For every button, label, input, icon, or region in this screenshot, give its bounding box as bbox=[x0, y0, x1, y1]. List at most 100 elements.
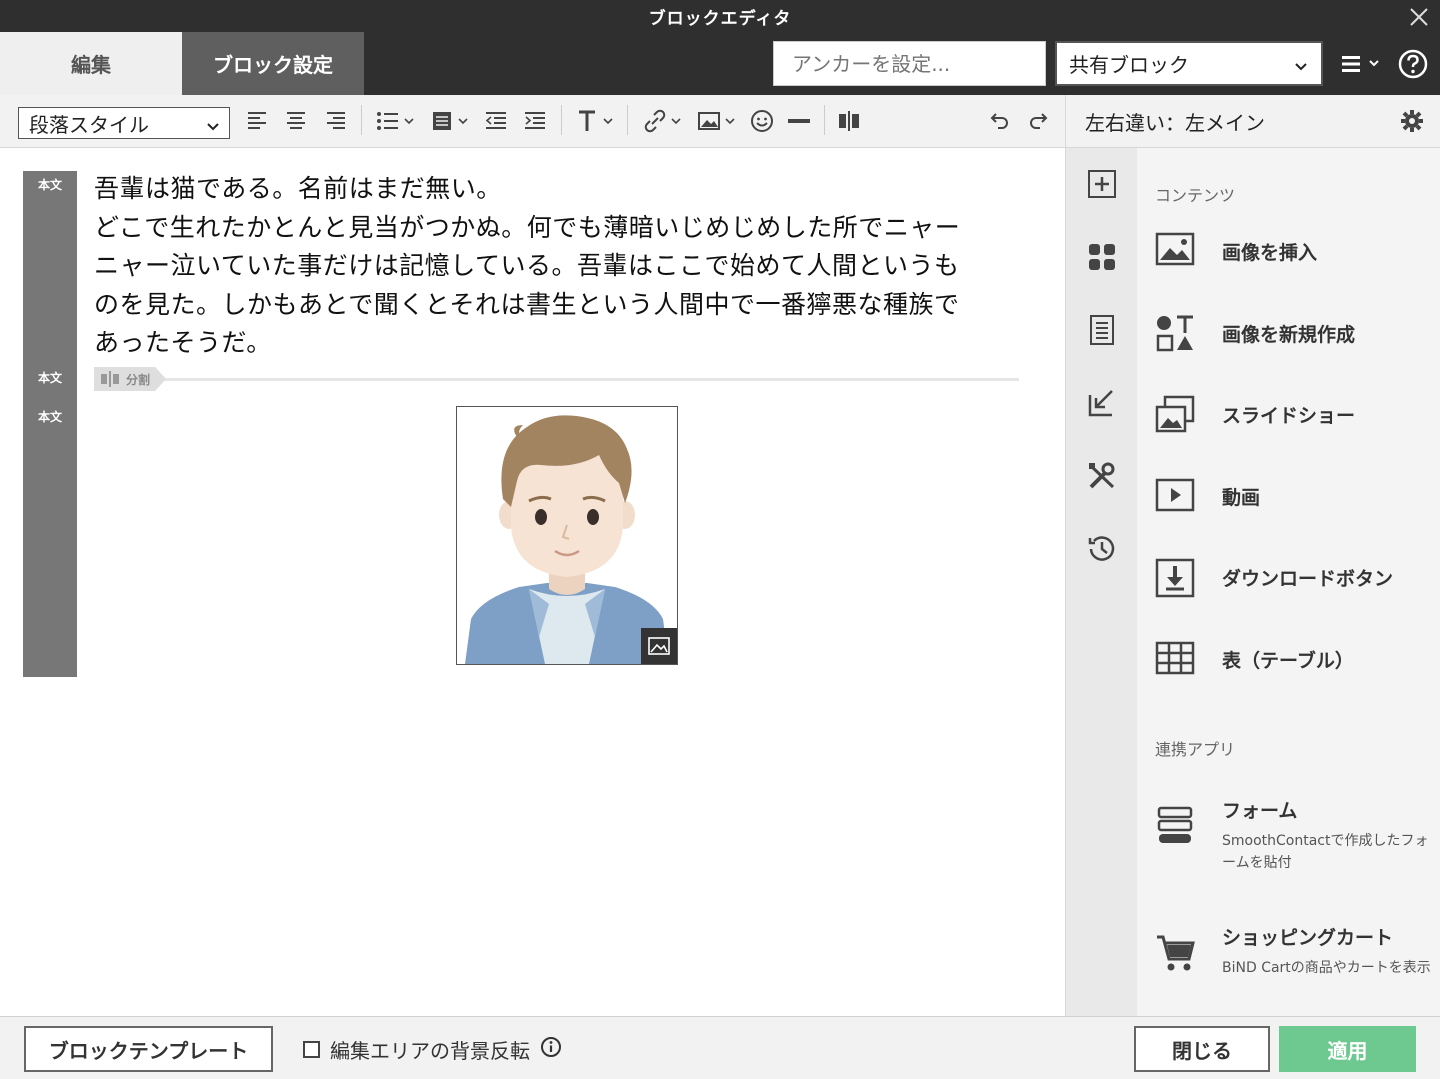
block-template-button[interactable]: ブロックテンプレート bbox=[24, 1026, 273, 1072]
tab-edit[interactable]: 編集 bbox=[0, 32, 182, 95]
shopping-cart-item[interactable]: ショッピングカート BiND Cartの商品やカートを表示 bbox=[1155, 917, 1435, 997]
layout-title: 左右違い：左メイン bbox=[1085, 111, 1265, 135]
item-label: スライドショー bbox=[1222, 405, 1356, 427]
content-panel: コンテンツ 画像を挿入 画像を新規作成 スライドショー 動画 ダウンロードボタン… bbox=[1137, 148, 1440, 1016]
toolbar-divider bbox=[824, 105, 825, 135]
image-edit-icon[interactable] bbox=[641, 628, 677, 664]
close-icon[interactable] bbox=[1406, 4, 1432, 30]
paragraph-text[interactable]: 吾輩は猫である。名前はまだ無い。 どこで生れたかとんと見当がつかぬ。何でも薄暗い… bbox=[94, 170, 1039, 363]
text-line: どこで生れたかとんと見当がつかぬ。何でも薄暗いじめじめした所でニャー bbox=[94, 212, 961, 242]
close-button[interactable]: 閉じる bbox=[1134, 1026, 1270, 1072]
video-icon bbox=[1155, 477, 1199, 517]
insert-image-item[interactable]: 画像を挿入 bbox=[1155, 232, 1435, 272]
title-bar: ブロックエディタ bbox=[0, 0, 1440, 32]
gutter-label: 本文 bbox=[37, 410, 62, 424]
indent-icon[interactable] bbox=[523, 107, 547, 135]
split-tag[interactable]: 分割 bbox=[94, 367, 166, 391]
gear-icon[interactable] bbox=[1400, 109, 1424, 137]
item-label: 動画 bbox=[1222, 487, 1261, 509]
download-icon bbox=[1155, 558, 1199, 598]
item-label: 画像を挿入 bbox=[1222, 242, 1318, 264]
sidebar-rail bbox=[1065, 148, 1137, 1016]
tab-block-settings[interactable]: ブロック設定 bbox=[182, 32, 364, 95]
panel-header: 左右違い：左メイン bbox=[1065, 95, 1440, 148]
gutter-label: 本文 bbox=[37, 371, 62, 385]
header: 編集 ブロック設定 共有ブロック bbox=[0, 32, 1440, 95]
text-line: ニャー泣いていた事だけは記憶している。吾輩はここで始めて人間というも bbox=[94, 251, 960, 280]
widgets-icon[interactable] bbox=[1086, 241, 1118, 273]
person-illustration bbox=[457, 407, 677, 664]
help-icon[interactable] bbox=[1397, 48, 1429, 80]
info-icon[interactable] bbox=[540, 1036, 562, 1063]
menu-button[interactable] bbox=[1340, 52, 1384, 76]
page-icon[interactable] bbox=[1086, 314, 1118, 346]
gutter-label: 本文 bbox=[37, 178, 62, 192]
split-icon[interactable] bbox=[837, 107, 861, 135]
item-description: BiND Cartの商品やカートを表示 bbox=[1222, 960, 1431, 976]
item-label: 画像を新規作成 bbox=[1222, 324, 1356, 346]
section-title-apps: 連携アプリ bbox=[1155, 740, 1236, 759]
form-item[interactable]: フォーム SmoothContactで作成したフォームを貼付 bbox=[1155, 790, 1435, 871]
split-label: 分割 bbox=[126, 372, 151, 387]
split-line bbox=[154, 378, 1019, 381]
slideshow-item[interactable]: スライドショー bbox=[1155, 395, 1435, 435]
block-icon[interactable] bbox=[431, 107, 473, 135]
section-title-contents: コンテンツ bbox=[1155, 186, 1236, 205]
toolbar-divider bbox=[361, 105, 362, 135]
avatar-image[interactable] bbox=[456, 406, 678, 665]
shared-block-select[interactable]: 共有ブロック bbox=[1055, 41, 1323, 86]
item-label: 表（テーブル） bbox=[1222, 650, 1354, 672]
block-gutter: 本文 本文 本文 bbox=[23, 171, 77, 677]
cart-icon bbox=[1155, 933, 1199, 973]
create-image-item[interactable]: 画像を新規作成 bbox=[1155, 314, 1435, 354]
paragraph-style-select[interactable]: 段落スタイル bbox=[18, 107, 230, 139]
item-label: フォーム bbox=[1222, 800, 1298, 822]
window-title: ブロックエディタ bbox=[648, 9, 792, 29]
slideshow-icon bbox=[1155, 395, 1199, 435]
list-icon[interactable] bbox=[376, 107, 418, 135]
bg-invert-checkbox[interactable] bbox=[303, 1040, 320, 1058]
item-label: ショッピングカート bbox=[1222, 927, 1394, 949]
text-line: 吾輩は猫である。名前はまだ無い。 bbox=[94, 174, 502, 203]
align-left-icon[interactable] bbox=[246, 107, 268, 135]
emoji-icon[interactable] bbox=[750, 107, 774, 135]
toolbar-divider bbox=[627, 105, 628, 135]
import-icon[interactable] bbox=[1086, 387, 1118, 419]
history-icon[interactable] bbox=[1086, 533, 1118, 565]
chevron-down-icon bbox=[1293, 55, 1309, 79]
align-center-icon[interactable] bbox=[285, 107, 307, 135]
toolbar-divider bbox=[561, 105, 562, 135]
text-style-icon[interactable] bbox=[576, 107, 618, 135]
shapes-icon bbox=[1155, 314, 1199, 354]
anchor-input[interactable] bbox=[773, 41, 1046, 86]
footer-bar: ブロックテンプレート 編集エリアの背景反転 閉じる 適用 bbox=[0, 1016, 1440, 1079]
download-button-item[interactable]: ダウンロードボタン bbox=[1155, 558, 1435, 598]
bg-invert-label: 編集エリアの背景反転 bbox=[330, 1038, 530, 1063]
undo-icon[interactable] bbox=[987, 107, 1011, 135]
add-block-icon[interactable] bbox=[1086, 168, 1118, 200]
table-item[interactable]: 表（テーブル） bbox=[1155, 640, 1435, 680]
link-icon[interactable] bbox=[643, 107, 685, 135]
shared-block-value: 共有ブロック bbox=[1069, 53, 1189, 77]
text-line: あったそうだ。 bbox=[94, 328, 272, 357]
form-icon bbox=[1155, 806, 1199, 846]
image-icon bbox=[1155, 232, 1199, 272]
split-divider[interactable]: 分割 bbox=[94, 366, 1019, 392]
text-line: のを見た。しかもあとで聞くとそれは書生という人間中で一番獰悪な種族で bbox=[94, 289, 960, 319]
bg-invert-toggle[interactable]: 編集エリアの背景反転 bbox=[303, 1035, 562, 1063]
horizontal-rule-icon[interactable] bbox=[787, 107, 811, 135]
editor-area[interactable]: 本文 本文 本文 吾輩は猫である。名前はまだ無い。 どこで生れたかとんと見当がつ… bbox=[0, 148, 1065, 1016]
align-right-icon[interactable] bbox=[325, 107, 347, 135]
chevron-down-icon bbox=[205, 115, 221, 139]
split-icon bbox=[101, 371, 119, 387]
image-icon[interactable] bbox=[697, 107, 739, 135]
item-description: SmoothContactで作成したフォームを貼付 bbox=[1222, 833, 1429, 871]
outdent-icon[interactable] bbox=[484, 107, 508, 135]
apply-button[interactable]: 適用 bbox=[1279, 1026, 1416, 1072]
format-toolbar: 段落スタイル bbox=[0, 95, 1065, 148]
paragraph-style-value: 段落スタイル bbox=[29, 112, 149, 137]
video-item[interactable]: 動画 bbox=[1155, 477, 1435, 517]
redo-icon[interactable] bbox=[1027, 107, 1051, 135]
item-label: ダウンロードボタン bbox=[1222, 568, 1394, 590]
tools-icon[interactable] bbox=[1086, 460, 1118, 492]
